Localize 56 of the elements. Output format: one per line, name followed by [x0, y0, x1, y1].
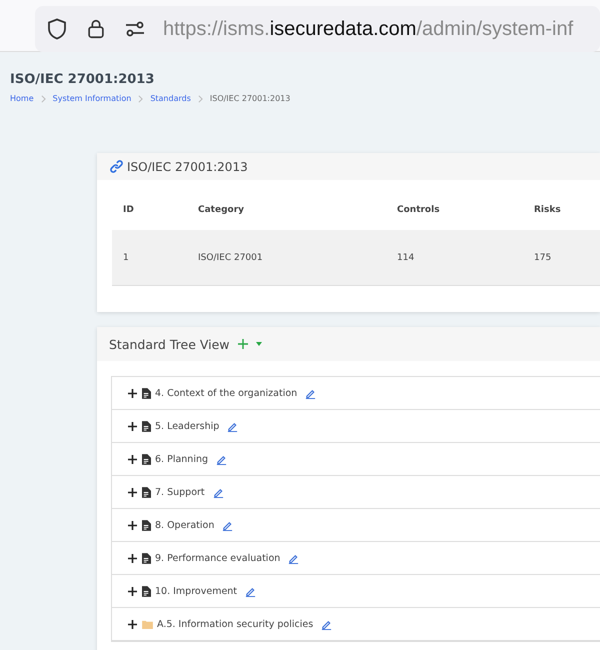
chevron-icon [138, 94, 144, 102]
file-icon [142, 388, 151, 398]
column-header: ID [112, 180, 187, 230]
plus-icon[interactable] [128, 454, 137, 464]
column-header: Risks [523, 180, 600, 230]
file-icon [142, 552, 151, 564]
plus-icon[interactable] [128, 586, 137, 596]
address-bar[interactable]: https://isms.isecuredata.com/admin/system-inf [35, 6, 600, 52]
plus-icon[interactable] [128, 388, 137, 398]
link-icon [110, 160, 123, 173]
table-cell: 1 [112, 230, 187, 286]
plus-icon[interactable] [128, 422, 137, 430]
url-text: https://isms.isecuredata.com/admin/system-inf [163, 18, 574, 40]
tree-item-label[interactable]: 5. Leadership [155, 420, 220, 432]
tree-item-label[interactable]: A.5. Information security policies [157, 618, 314, 630]
file-icon [142, 454, 151, 464]
breadcrumb-link[interactable]: Standards [150, 94, 191, 103]
pencil-icon[interactable] [222, 520, 234, 530]
pencil-icon[interactable] [288, 552, 300, 564]
pencil-icon[interactable] [305, 388, 316, 398]
plus-icon[interactable] [128, 488, 137, 496]
breadcrumb-link[interactable]: Home [10, 94, 34, 103]
folder-icon [142, 620, 153, 628]
plus-icon[interactable] [128, 554, 137, 562]
card-title: Standard Tree View [109, 336, 230, 352]
pencil-icon[interactable] [212, 486, 224, 498]
table-cell: ISO/IEC 27001 [187, 230, 386, 286]
column-header: Controls [386, 180, 523, 230]
chevron-icon [198, 94, 203, 102]
tree-item-label[interactable]: 10. Improvement [155, 586, 238, 596]
plus-icon[interactable] [128, 620, 137, 628]
tree-item-label[interactable]: 9. Performance evaluation [155, 552, 280, 564]
file-icon [142, 486, 151, 498]
file-icon [142, 586, 151, 596]
pencil-icon[interactable] [321, 618, 332, 630]
pencil-icon[interactable] [245, 586, 256, 596]
pencil-icon[interactable] [216, 454, 228, 464]
page-title: ISO/IEC 27001:2013 [10, 72, 156, 87]
file-icon [142, 520, 151, 530]
chevron-icon [40, 94, 46, 102]
pencil-icon[interactable] [227, 420, 238, 432]
card-title: ISO/IEC 27001:2013 [127, 160, 248, 174]
tree-item-label[interactable]: 4. Context of the organization [155, 388, 298, 398]
table-cell: 175 [523, 230, 600, 286]
plus-icon[interactable] [128, 520, 137, 530]
breadcrumb-current: ISO/IEC 27001:2013 [210, 94, 290, 103]
caret-icon[interactable] [256, 342, 262, 346]
breadcrumb-link[interactable]: System Information [52, 94, 132, 103]
tree-item-label[interactable]: 7. Support [155, 486, 205, 498]
shield-icon[interactable] [45, 17, 69, 41]
tree-item-label[interactable]: 8. Operation [155, 520, 214, 530]
add-icon[interactable] [238, 339, 248, 349]
tree-item-label[interactable]: 6. Planning [155, 454, 208, 464]
table-cell: 114 [386, 230, 523, 286]
column-header: Category [187, 180, 386, 230]
file-icon [142, 420, 151, 432]
